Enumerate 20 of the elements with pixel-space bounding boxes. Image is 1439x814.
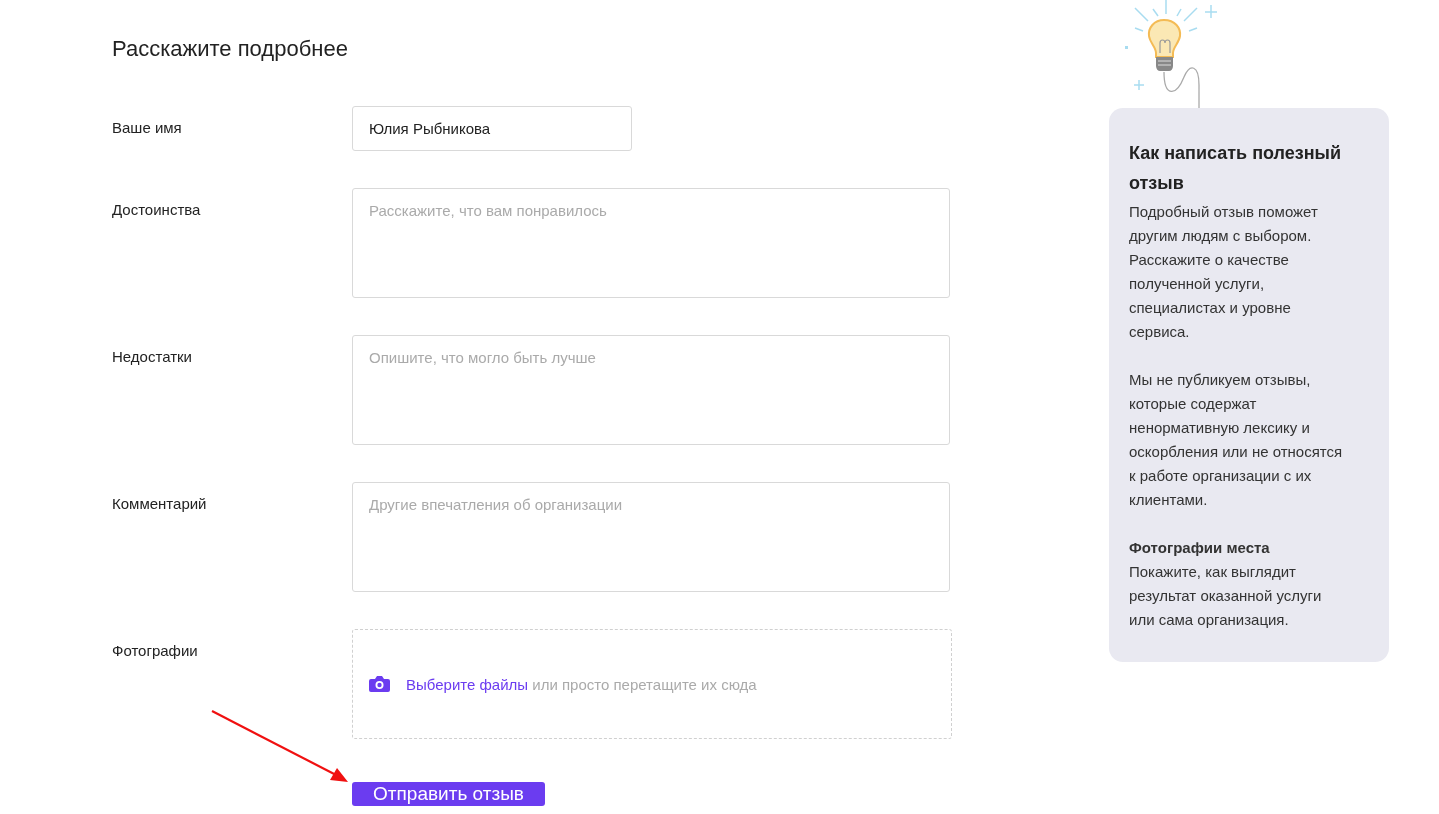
- field-label: Комментарий: [112, 494, 208, 514]
- camera-icon: [369, 675, 390, 693]
- tips-title: Как написать полезный отзыв: [1129, 142, 1343, 195]
- submit-button[interactable]: Отправить отзыв: [352, 782, 545, 806]
- text-area[interactable]: Расскажите, что вам понравилось: [352, 188, 950, 298]
- field-label: Недостатки: [112, 347, 193, 367]
- tips-paragraph: Покажите, как выглядит результат оказанной услуги или сама организация.: [1129, 562, 1323, 630]
- field-label: Достоинства: [112, 200, 202, 220]
- tips-paragraph: Мы не публикуем отзывы, которые содержат ненормативную лексику и оскорбления или не относятся к работе организации с их клиентами.: [1129, 370, 1344, 510]
- choose-files-link[interactable]: Выберите файлы: [406, 675, 529, 693]
- upload-hint: или просто перетащите их сюда: [532, 675, 757, 693]
- tips-paragraph: Подробный отзыв поможет другим людям с выбором. Расскажите о качестве полученной услуги, специалистах и уровне сервиса.: [1129, 202, 1319, 342]
- name-field[interactable]: Юлия Рыбникова: [352, 106, 632, 151]
- field-label: Фотографии: [112, 641, 199, 661]
- tips-subheading: Фотографии места: [1129, 538, 1271, 558]
- text-area[interactable]: Опишите, что могло быть лучше: [352, 335, 950, 445]
- upload-dropzone[interactable]: Выберите файлы или просто перетащите их сюда: [352, 629, 952, 739]
- field-label: Ваше имя: [112, 118, 183, 138]
- form-title: Расскажите подробнее: [112, 35, 349, 63]
- text-area[interactable]: Другие впечатления об организации: [352, 482, 950, 592]
